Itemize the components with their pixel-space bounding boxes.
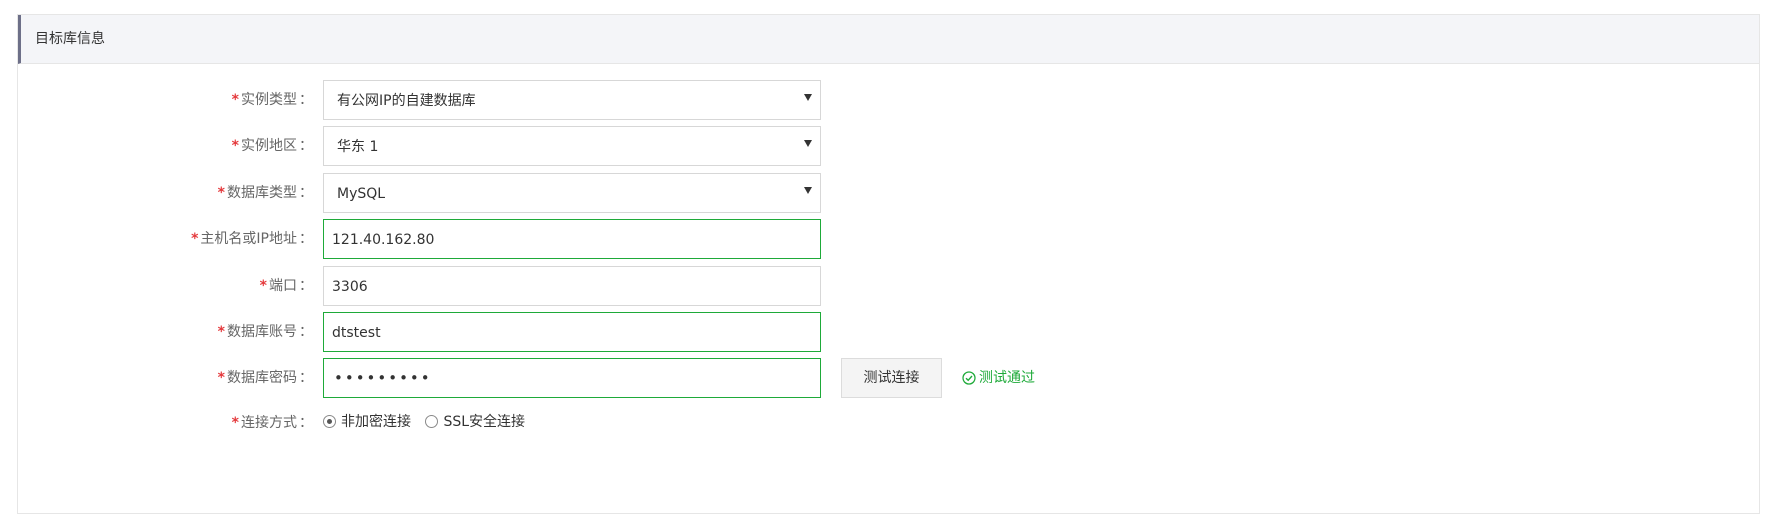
password-input[interactable]: ••••••••• <box>323 358 821 398</box>
radio-unchecked-icon[interactable] <box>425 415 439 428</box>
required-marker: * <box>231 415 239 431</box>
port-value: 3306 <box>332 279 368 295</box>
chevron-down-icon <box>804 187 812 194</box>
panel-title: 目标库信息 <box>35 31 105 47</box>
required-marker: * <box>231 92 239 108</box>
required-marker: * <box>217 185 225 201</box>
instance-type-select[interactable]: 有公网IP的自建数据库 <box>323 80 821 120</box>
required-marker: * <box>217 370 225 386</box>
test-connection-button[interactable]: 测试连接 <box>841 358 942 398</box>
connection-method-label: * 连接方式： <box>231 415 313 431</box>
account-value: dtstest <box>332 325 381 341</box>
required-marker: * <box>217 324 225 340</box>
check-circle-icon <box>962 371 976 385</box>
connection-method-row: * 连接方式： 非加密连接 SSL安全连接 <box>18 403 1759 443</box>
db-type-row: * 数据库类型： MySQL <box>18 173 1759 213</box>
required-marker: * <box>191 231 199 247</box>
db-type-value: MySQL <box>337 186 386 202</box>
db-type-select[interactable]: MySQL <box>323 173 821 213</box>
connection-method-radio-group: 非加密连接 SSL安全连接 <box>323 413 535 431</box>
panel-header: 目标库信息 <box>18 15 1759 64</box>
required-marker: * <box>259 278 267 294</box>
required-marker: * <box>231 138 239 154</box>
test-status: 测试通过 <box>962 369 1035 387</box>
port-input[interactable]: 3306 <box>323 266 821 306</box>
instance-region-label: * 实例地区： <box>231 138 313 154</box>
account-input[interactable]: dtstest <box>323 312 821 352</box>
db-type-label: * 数据库类型： <box>217 185 313 201</box>
test-status-text: 测试通过 <box>979 370 1035 386</box>
host-input[interactable]: 121.40.162.80 <box>323 219 821 259</box>
chevron-down-icon <box>804 94 812 101</box>
password-value: ••••••••• <box>334 369 432 387</box>
radio-ssl[interactable]: SSL安全连接 <box>425 413 525 431</box>
instance-type-value: 有公网IP的自建数据库 <box>337 93 476 109</box>
radio-unencrypted[interactable]: 非加密连接 <box>323 413 411 431</box>
password-row: * 数据库密码： ••••••••• 测试连接 测试通过 <box>18 358 1759 398</box>
instance-type-row: * 实例类型： 有公网IP的自建数据库 <box>18 80 1759 120</box>
target-db-panel: 目标库信息 * 实例类型： 有公网IP的自建数据库 * 实例地区： 华东 1 * 数据… <box>17 14 1760 514</box>
radio-checked-icon[interactable] <box>323 415 336 428</box>
password-label: * 数据库密码： <box>217 370 313 386</box>
account-row: * 数据库账号： dtstest <box>18 312 1759 352</box>
host-value: 121.40.162.80 <box>332 232 435 248</box>
host-row: * 主机名或IP地址： 121.40.162.80 <box>18 219 1759 259</box>
instance-type-label: * 实例类型： <box>231 92 313 108</box>
instance-region-value: 华东 1 <box>337 139 379 155</box>
port-row: * 端口： 3306 <box>18 266 1759 306</box>
instance-region-select[interactable]: 华东 1 <box>323 126 821 166</box>
instance-region-row: * 实例地区： 华东 1 <box>18 126 1759 166</box>
account-label: * 数据库账号： <box>217 324 313 340</box>
chevron-down-icon <box>804 140 812 147</box>
host-label: * 主机名或IP地址： <box>191 231 313 247</box>
port-label: * 端口： <box>259 278 313 294</box>
